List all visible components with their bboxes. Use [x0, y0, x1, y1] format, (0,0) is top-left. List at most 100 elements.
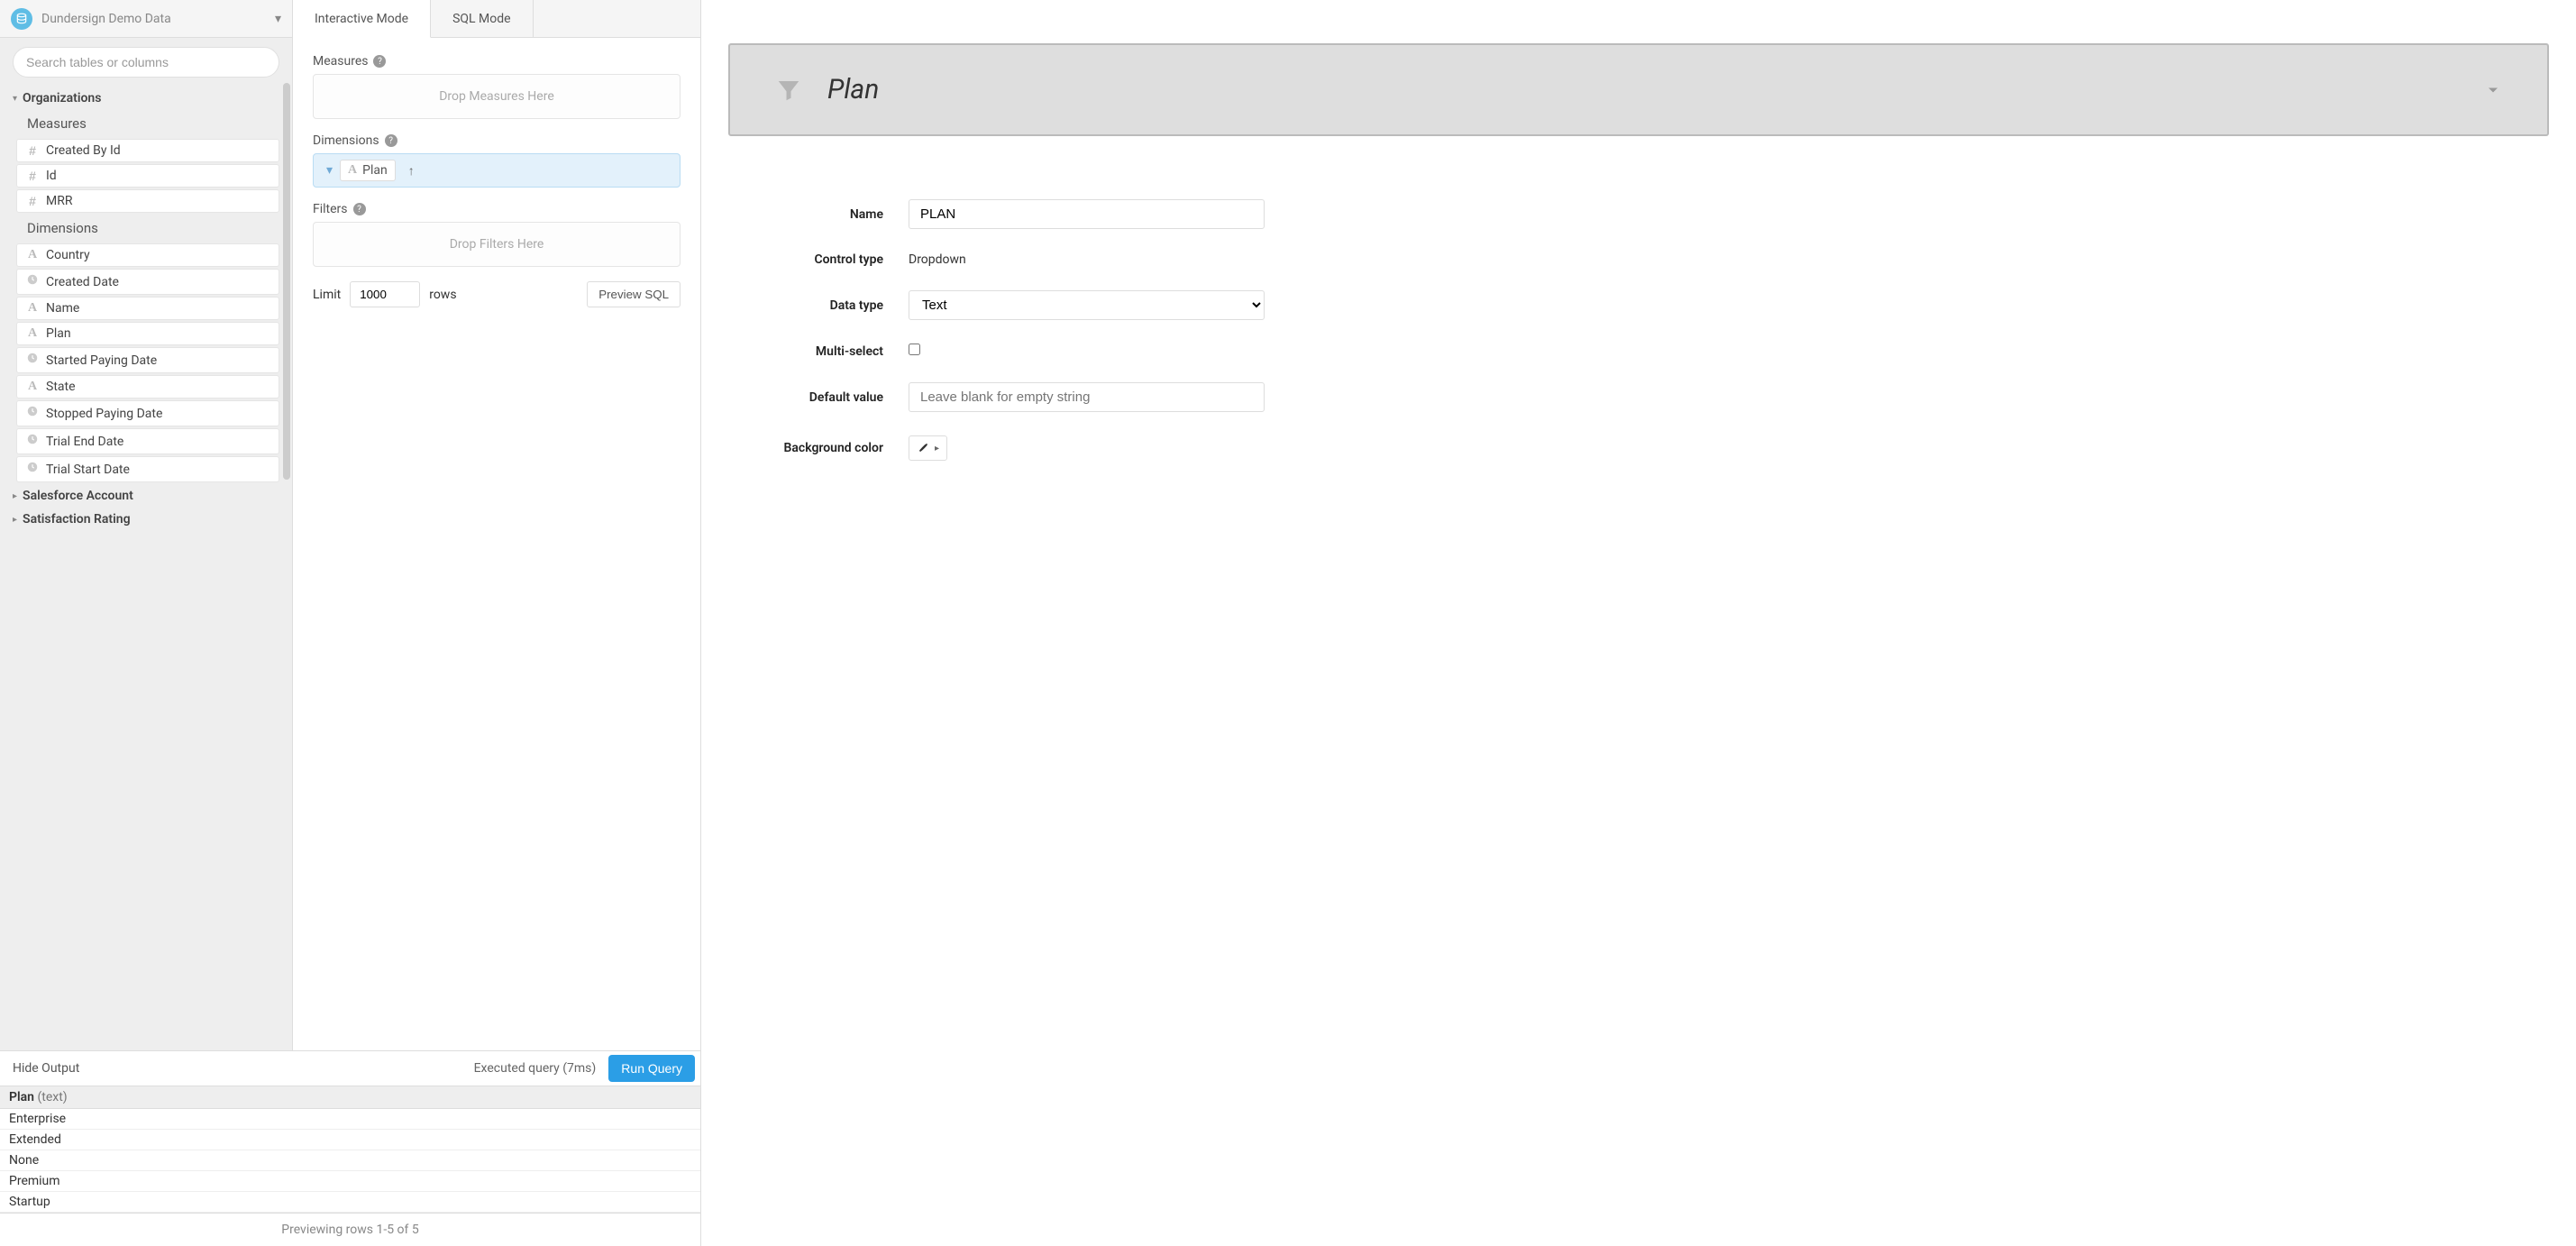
clock-icon: [24, 273, 41, 290]
search-input[interactable]: [13, 47, 279, 78]
item-label: MRR: [46, 194, 72, 208]
result-row: Enterprise: [0, 1109, 700, 1130]
dimension-item[interactable]: Stopped Paying Date: [16, 400, 279, 426]
dimension-item[interactable]: AState: [16, 375, 279, 399]
control-type-value: Dropdown: [909, 252, 966, 267]
item-label: Trial Start Date: [46, 463, 130, 477]
control-type-label: Control type: [728, 252, 909, 267]
query-builder: Measures ? Drop Measures Here Dimensions…: [293, 38, 700, 1050]
datasource-icon: [11, 8, 32, 30]
brush-icon: [917, 442, 929, 454]
filters-dropzone[interactable]: Drop Filters Here: [313, 222, 681, 267]
dimension-item[interactable]: Trial Start Date: [16, 456, 279, 482]
measures-dropzone[interactable]: Drop Measures Here: [313, 74, 681, 119]
result-row: Startup: [0, 1192, 700, 1213]
multiselect-label: Multi-select: [728, 344, 909, 359]
dimensions-section-label: Dimensions: [9, 215, 279, 242]
dimension-item[interactable]: A Plan: [16, 322, 279, 345]
text-type-icon: A: [24, 380, 41, 394]
dimensions-label: Dimensions ?: [313, 133, 681, 148]
name-label: Name: [728, 207, 909, 222]
result-row: None: [0, 1150, 700, 1171]
measure-item[interactable]: # Id: [16, 164, 279, 188]
item-label: Country: [46, 248, 90, 262]
help-icon[interactable]: ?: [353, 203, 366, 215]
table-satisfaction-rating[interactable]: ▸ Satisfaction Rating: [9, 508, 279, 531]
name-input[interactable]: [909, 199, 1265, 229]
default-value-label: Default value: [728, 390, 909, 405]
query-panel: Dundersign Demo Data ▾ Interactive Mode …: [0, 0, 701, 1246]
schema-tree: ▾ Organizations Measures #Created By Id#…: [0, 87, 292, 1050]
preview-sql-button[interactable]: Preview SQL: [587, 281, 681, 307]
number-type-icon: #: [24, 194, 41, 208]
help-icon[interactable]: ?: [385, 134, 397, 147]
dimension-item[interactable]: Trial End Date: [16, 428, 279, 454]
datasource-name: Dundersign Demo Data: [41, 12, 275, 26]
hide-output-button[interactable]: Hide Output: [13, 1061, 79, 1076]
filter-config-panel: Plan Name Control type Dropdown Data typ…: [701, 0, 2576, 1246]
measure-item[interactable]: # MRR: [16, 189, 279, 213]
schema-sidebar: ▾ Organizations Measures #Created By Id#…: [0, 38, 293, 1050]
dimension-item[interactable]: Created Date: [16, 269, 279, 295]
dimension-item[interactable]: A Country: [16, 243, 279, 267]
measures-label: Measures ?: [313, 54, 681, 69]
chevron-right-icon: ▸: [13, 515, 17, 525]
dimension-item[interactable]: A Name: [16, 297, 279, 320]
measure-item[interactable]: #Created By Id: [16, 139, 279, 162]
table-salesforce-account[interactable]: ▸ Salesforce Account: [9, 484, 279, 508]
chevron-down-icon[interactable]: [2484, 81, 2502, 99]
result-row: Extended: [0, 1130, 700, 1150]
item-label: Name: [46, 301, 79, 316]
chevron-down-icon: ▾: [13, 94, 17, 104]
default-value-input[interactable]: [909, 382, 1265, 412]
text-type-icon: A: [348, 163, 357, 178]
multiselect-checkbox[interactable]: [909, 344, 920, 355]
result-column-header: Plan (text): [0, 1086, 700, 1109]
clock-icon: [24, 352, 41, 369]
clock-icon: [24, 461, 41, 478]
rows-label: rows: [429, 288, 456, 302]
funnel-icon: [775, 77, 802, 104]
text-type-icon: A: [24, 301, 41, 316]
top-bar: Dundersign Demo Data ▾ Interactive Mode …: [0, 0, 700, 38]
filter-header-card[interactable]: Plan: [728, 43, 2549, 136]
datasource-dropdown[interactable]: Dundersign Demo Data ▾: [0, 0, 293, 37]
output-panel: Hide Output Executed query (7ms) Run Que…: [0, 1050, 700, 1246]
pill-menu-caret[interactable]: ▾: [319, 163, 340, 178]
data-type-select[interactable]: Text: [909, 290, 1265, 320]
caret-right-icon: ▸: [935, 444, 939, 454]
item-label: Trial End Date: [46, 435, 123, 449]
clock-icon: [24, 433, 41, 450]
item-label: Created Date: [46, 275, 119, 289]
result-footer: Previewing rows 1-5 of 5: [0, 1213, 700, 1246]
bgcolor-picker[interactable]: ▸: [909, 435, 947, 461]
item-label: Id: [46, 169, 57, 183]
text-type-icon: A: [24, 248, 41, 262]
dimension-pill-plan[interactable]: A Plan: [340, 160, 396, 181]
measures-section-label: Measures: [9, 110, 279, 137]
filters-label: Filters ?: [313, 202, 681, 216]
run-query-button[interactable]: Run Query: [608, 1055, 695, 1082]
item-label: Created By Id: [46, 143, 121, 158]
mode-tabs: Interactive Mode SQL Mode: [293, 0, 700, 37]
filter-form: Name Control type Dropdown Data type Tex…: [728, 199, 1359, 461]
item-label: Stopped Paying Date: [46, 407, 162, 421]
chevron-down-icon: ▾: [275, 12, 281, 26]
table-organizations[interactable]: ▾ Organizations: [9, 87, 279, 110]
tab-sql-mode[interactable]: SQL Mode: [431, 0, 533, 37]
scrollbar[interactable]: [283, 83, 290, 480]
limit-label: Limit: [313, 288, 341, 302]
tab-interactive-mode[interactable]: Interactive Mode: [293, 0, 431, 38]
dimension-item[interactable]: Started Paying Date: [16, 347, 279, 373]
item-label: Started Paying Date: [46, 353, 157, 368]
sort-asc-icon[interactable]: ↑: [408, 163, 415, 179]
item-label: Plan: [46, 326, 71, 341]
dimensions-dropzone[interactable]: ▾ A Plan ↑: [313, 153, 681, 188]
number-type-icon: #: [24, 169, 41, 183]
text-type-icon: A: [24, 326, 41, 341]
clock-icon: [24, 405, 41, 422]
result-row: Premium: [0, 1171, 700, 1192]
help-icon[interactable]: ?: [373, 55, 386, 68]
bgcolor-label: Background color: [728, 441, 909, 455]
limit-input[interactable]: [350, 281, 420, 307]
